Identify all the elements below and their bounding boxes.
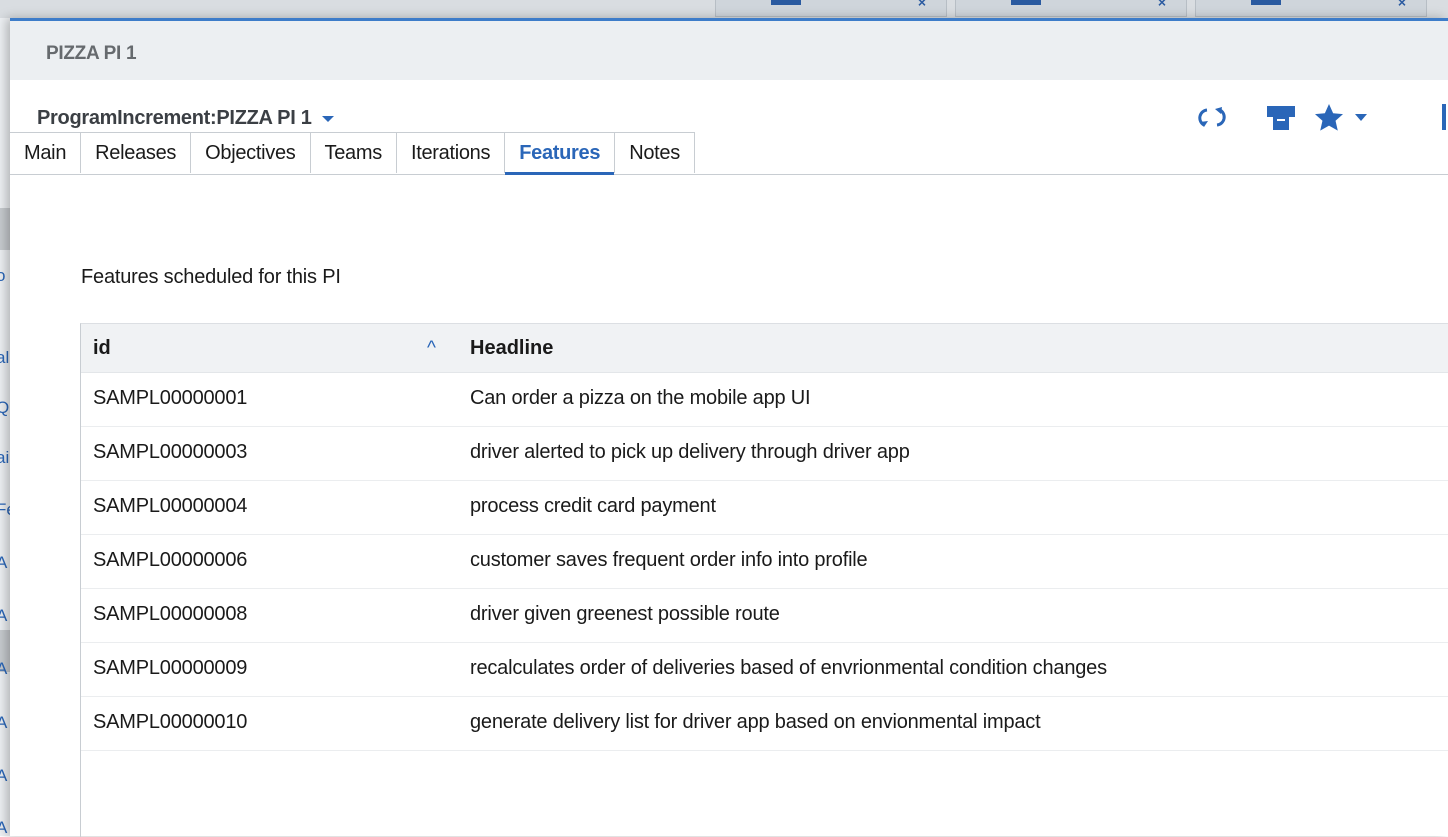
toolbar-overflow-icon[interactable] bbox=[1442, 104, 1446, 130]
background-sidebar-glyph: A bbox=[0, 553, 7, 573]
tab-notes[interactable]: Notes bbox=[614, 132, 695, 173]
tab-objectives[interactable]: Objectives bbox=[190, 132, 311, 173]
table-row[interactable]: SAMPL00000010 generate delivery list for … bbox=[81, 697, 1448, 751]
background-tab-icon bbox=[771, 0, 801, 5]
tab-features[interactable]: Features bbox=[504, 132, 616, 175]
table-row[interactable]: SAMPL00000009 recalculates order of deliv… bbox=[81, 643, 1448, 697]
background-sidebar-glyph: o bbox=[0, 266, 5, 286]
star-icon[interactable] bbox=[1313, 102, 1345, 134]
background-tab[interactable]: × bbox=[715, 0, 947, 17]
section-label: Features scheduled for this PI bbox=[81, 266, 341, 288]
background-sidebar-glyph: A bbox=[0, 659, 7, 679]
background-tab[interactable]: × bbox=[1195, 0, 1427, 17]
tab-iterations[interactable]: Iterations bbox=[395, 132, 506, 173]
features-table: id ^ Headline SAMPL00000001 Can order a p… bbox=[80, 323, 1448, 837]
cell-headline: driver alerted to pick up delivery throu… bbox=[470, 441, 910, 463]
background-sidebar-glyph: A bbox=[0, 766, 7, 786]
chevron-down-icon bbox=[321, 115, 334, 122]
background-tab-icon bbox=[1251, 0, 1281, 5]
background-sidebar-glyph: ai bbox=[0, 448, 10, 467]
column-header-headline[interactable]: Headline bbox=[470, 337, 553, 360]
background-sidebar-glyph: al bbox=[0, 348, 10, 367]
chevron-down-icon[interactable] bbox=[1355, 114, 1367, 122]
table-row[interactable]: SAMPL00000008 driver given greenest possi… bbox=[81, 589, 1448, 643]
cell-id: SAMPL00000010 bbox=[93, 711, 248, 733]
table-row[interactable]: SAMPL00000006 customer saves frequent ord… bbox=[81, 535, 1448, 589]
column-header-id[interactable]: id bbox=[93, 337, 111, 360]
tab-teams[interactable]: Teams bbox=[309, 132, 397, 173]
background-sidebar-glyph: A bbox=[0, 713, 7, 733]
cell-id: SAMPL00000004 bbox=[93, 495, 248, 517]
table-header: id ^ Headline bbox=[81, 324, 1448, 373]
record-title-menu[interactable]: ProgramIncrement:PIZZA PI 1 bbox=[37, 107, 334, 130]
cell-id: SAMPL00000006 bbox=[93, 549, 248, 571]
record-tabs: Main Releases Objectives Teams Iterations Fea… bbox=[10, 132, 1448, 175]
window-title: PIZZA PI 1 bbox=[46, 43, 137, 64]
cell-headline: generate delivery list for driver app ba… bbox=[470, 711, 1041, 733]
record-title: ProgramIncrement:PIZZA PI 1 bbox=[37, 107, 312, 129]
sort-ascending-icon[interactable]: ^ bbox=[427, 338, 436, 360]
background-tab-strip: × × × bbox=[715, 0, 1435, 17]
close-icon[interactable]: × bbox=[1158, 0, 1166, 10]
background-sidebar-glyph: Q bbox=[0, 398, 9, 418]
background-sidebar-glyph: A bbox=[0, 818, 7, 836]
background-tab[interactable]: × bbox=[955, 0, 1187, 17]
cell-id: SAMPL00000001 bbox=[93, 387, 248, 409]
close-icon[interactable]: × bbox=[1398, 0, 1406, 10]
print-icon[interactable] bbox=[1266, 104, 1296, 132]
cell-headline: Can order a pizza on the mobile app UI bbox=[470, 387, 811, 409]
cell-headline: process credit card payment bbox=[470, 495, 716, 517]
table-row[interactable]: SAMPL00000001 Can order a pizza on the mo… bbox=[81, 373, 1448, 427]
tab-main[interactable]: Main bbox=[10, 132, 82, 173]
background-tab-icon bbox=[1011, 0, 1041, 5]
cell-id: SAMPL00000008 bbox=[93, 603, 248, 625]
cell-headline: driver given greenest possible route bbox=[470, 603, 780, 625]
tab-releases[interactable]: Releases bbox=[80, 132, 192, 173]
cell-headline: recalculates order of deliveries based o… bbox=[470, 657, 1107, 679]
cell-id: SAMPL00000003 bbox=[93, 441, 248, 463]
background-app-bar: × × × bbox=[0, 0, 1448, 18]
cell-id: SAMPL00000009 bbox=[93, 657, 248, 679]
table-row[interactable]: SAMPL00000004 process credit card payment bbox=[81, 481, 1448, 535]
cell-headline: customer saves frequent order info into … bbox=[470, 549, 868, 571]
record-header: ProgramIncrement:PIZZA PI 1 bbox=[10, 80, 1448, 132]
table-body: SAMPL00000001 Can order a pizza on the mo… bbox=[81, 373, 1448, 751]
close-icon[interactable]: × bbox=[918, 0, 926, 10]
window-title-bar: PIZZA PI 1 bbox=[10, 18, 1448, 80]
table-row[interactable]: SAMPL00000003 driver alerted to pick up d… bbox=[81, 427, 1448, 481]
background-sidebar-glyph: A bbox=[0, 606, 7, 626]
refresh-icon[interactable] bbox=[1198, 105, 1228, 131]
record-window: PIZZA PI 1 ProgramIncrement:PIZZA PI 1 M… bbox=[10, 18, 1448, 837]
